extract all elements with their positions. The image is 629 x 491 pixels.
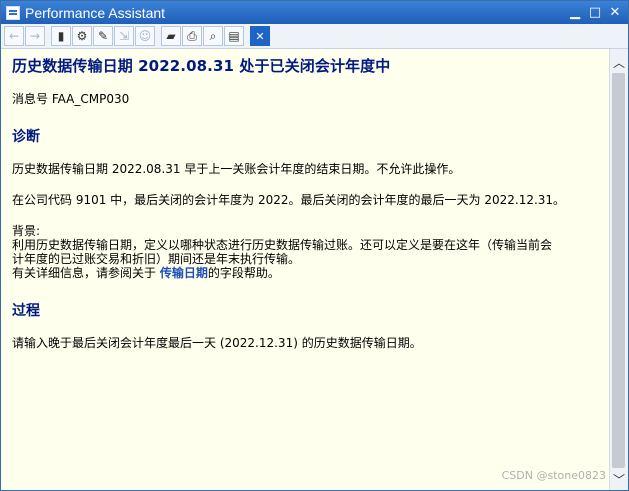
network-button[interactable]: ⚙ <box>72 26 92 46</box>
window-controls: ▁ □ ✕ <box>566 4 624 21</box>
diagnosis-paragraph-2: 在公司代码 9101 中，最后关闭的会计年度为 2022。最后关闭的会计年度的最… <box>12 193 566 207</box>
performance-assistant-window: Performance Assistant ▁ □ ✕ ← → ▮ ⚙ ✎ ⇲ ☺ ▰ ⎙ ⌕ ▤ ✕… <box>0 0 629 491</box>
book-icon: ▮ <box>57 29 65 43</box>
chevron-down-icon: ﹀ <box>612 472 625 487</box>
background-line-3-suffix: 的字段帮助。 <box>207 266 280 280</box>
message-title: 历史数据传输日期 2022.08.31 处于已关闭会计年度中 <box>12 57 391 75</box>
close-window-button[interactable]: ✕ <box>606 4 624 21</box>
print-button[interactable]: ⎙ <box>182 26 202 46</box>
maximize-icon: □ <box>588 5 602 20</box>
watermark: CSDN @stone0823 <box>501 469 606 482</box>
clipboard-button[interactable]: ▤ <box>224 26 244 46</box>
edit-document-icon: ✎ <box>97 29 109 43</box>
arrow-left-icon: ← <box>8 29 20 43</box>
scroll-thumb[interactable] <box>612 73 625 468</box>
maximize-button[interactable]: □ <box>586 4 604 21</box>
scroll-up-button[interactable]: ︿ <box>610 53 628 71</box>
diagnosis-paragraph-1: 历史数据传输日期 2022.08.31 早于上一关账会计年度的结束日期。不允许此… <box>12 162 461 176</box>
close-icon: ✕ <box>609 5 621 20</box>
procedure-heading: 过程 <box>12 303 40 319</box>
diagnosis-heading: 诊断 <box>12 129 40 145</box>
find-button[interactable]: ⌕ <box>203 26 223 46</box>
document-link-button: ⇲ <box>114 26 134 46</box>
minimize-button[interactable]: ▁ <box>566 4 584 21</box>
help-content: 历史数据传输日期 2022.08.31 处于已关闭会计年度中 消息号 FAA_C… <box>2 49 609 490</box>
network-icon: ⚙ <box>76 29 88 43</box>
title-bar: Performance Assistant ▁ □ ✕ <box>1 1 628 24</box>
toolbar: ← → ▮ ⚙ ✎ ⇲ ☺ ▰ ⎙ ⌕ ▤ ✕ <box>1 24 628 49</box>
user-button: ☺ <box>135 26 155 46</box>
background-line-1: 利用历史数据传输日期，定义以哪种状态进行历史数据传输过账。还可以定义是要在这年（… <box>12 238 553 252</box>
edit-document-button[interactable]: ✎ <box>93 26 113 46</box>
user-icon: ☺ <box>138 29 152 43</box>
background-label: 背景: <box>12 224 41 238</box>
find-icon: ⌕ <box>209 28 217 43</box>
folder-icon: ▰ <box>166 29 176 43</box>
vertical-scrollbar[interactable]: ︿ ﹀ <box>609 49 628 490</box>
procedure-text: 请输入晚于最后关闭会计年度最后一天 (2022.12.31) 的历史数据传输日期… <box>12 336 422 350</box>
app-icon <box>6 5 20 20</box>
background-line-3: 有关详细信息，请参阅关于 传输日期的字段帮助。 <box>12 266 609 280</box>
arrow-right-icon: → <box>29 29 41 43</box>
folder-button[interactable]: ▰ <box>161 26 181 46</box>
arrow-right-button: → <box>25 26 45 46</box>
book-button[interactable]: ▮ <box>51 26 71 46</box>
arrow-left-button: ← <box>4 26 24 46</box>
minimize-icon: ▁ <box>570 5 580 20</box>
chevron-up-icon: ︿ <box>612 55 625 70</box>
close-icon: ✕ <box>255 29 265 43</box>
close-button[interactable]: ✕ <box>250 26 270 46</box>
background-block: 背景: 利用历史数据传输日期，定义以哪种状态进行历史数据传输过账。还可以定义是要… <box>12 224 609 280</box>
scroll-down-button[interactable]: ﹀ <box>610 470 628 488</box>
window-title: Performance Assistant <box>25 4 166 21</box>
transfer-date-link[interactable]: 传输日期 <box>160 266 208 280</box>
background-line-3-prefix: 有关详细信息，请参阅关于 <box>12 266 160 280</box>
clipboard-icon: ▤ <box>228 29 240 43</box>
background-line-2: 计年度的已过账交易和折旧）期间还是年末执行传输。 <box>12 252 301 266</box>
document-link-icon: ⇲ <box>118 29 130 43</box>
print-icon: ⎙ <box>187 28 197 43</box>
message-number: 消息号 FAA_CMP030 <box>12 92 130 106</box>
